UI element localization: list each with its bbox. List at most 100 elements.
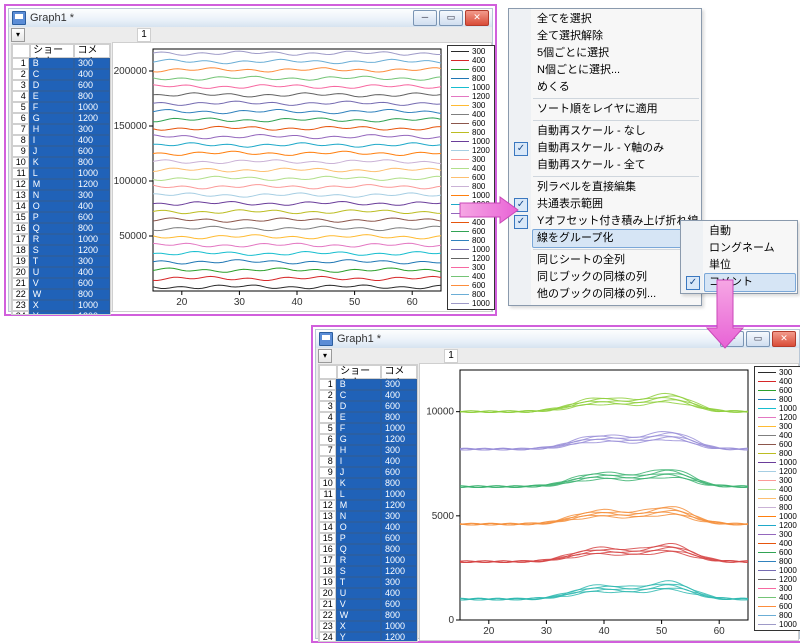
- legend-item[interactable]: 300: [758, 368, 798, 377]
- menu-item[interactable]: 他のブックの同様の列...: [533, 286, 699, 303]
- legend-item[interactable]: 1200: [758, 521, 798, 530]
- cell-comment[interactable]: 1000: [381, 555, 417, 566]
- cell-comment[interactable]: 300: [381, 511, 417, 522]
- table-row[interactable]: 9J600: [12, 146, 110, 157]
- cell-comment[interactable]: 1200: [74, 113, 110, 124]
- table-row[interactable]: 16Q800: [319, 544, 417, 555]
- context-menu-main[interactable]: 全てを選択全て選択解除5個ごとに選択N個ごとに選択...めくるソート順をレイヤに…: [508, 8, 702, 306]
- legend-item[interactable]: 300: [758, 530, 798, 539]
- menu-item[interactable]: 自動: [705, 223, 795, 240]
- table-row[interactable]: 14O400: [12, 201, 110, 212]
- table-row[interactable]: 22W800: [12, 289, 110, 300]
- table-row[interactable]: 8I400: [319, 456, 417, 467]
- cell-shortname[interactable]: V: [29, 278, 74, 289]
- cell-comment[interactable]: 400: [381, 390, 417, 401]
- table-row[interactable]: 21V600: [319, 599, 417, 610]
- table-row[interactable]: 19T300: [319, 577, 417, 588]
- columns-table[interactable]: ショートネーム コメント 1B3002C4003D6004E8005F10006…: [318, 364, 418, 642]
- menu-item[interactable]: 列ラベルを直接編集: [533, 179, 699, 196]
- legend-item[interactable]: 400: [758, 593, 798, 602]
- legend-item[interactable]: 1200: [451, 254, 491, 263]
- cell-shortname[interactable]: K: [336, 478, 381, 489]
- table-row[interactable]: 6G1200: [12, 113, 110, 124]
- cell-comment[interactable]: 1200: [74, 311, 110, 315]
- cell-comment[interactable]: 400: [381, 456, 417, 467]
- legend-item[interactable]: 600: [758, 548, 798, 557]
- table-corner-button[interactable]: ▾: [318, 349, 332, 363]
- legend-item[interactable]: 400: [758, 485, 798, 494]
- cell-comment[interactable]: 1200: [381, 632, 417, 642]
- cell-shortname[interactable]: L: [336, 489, 381, 500]
- cell-shortname[interactable]: L: [29, 168, 74, 179]
- cell-shortname[interactable]: O: [336, 522, 381, 533]
- cell-shortname[interactable]: R: [29, 234, 74, 245]
- minimize-button[interactable]: ─: [413, 10, 437, 26]
- table-corner-button[interactable]: ▾: [11, 28, 25, 42]
- cell-comment[interactable]: 300: [74, 124, 110, 135]
- legend-item[interactable]: 1000: [758, 404, 798, 413]
- table-row[interactable]: 13N300: [319, 511, 417, 522]
- legend-item[interactable]: 800: [451, 128, 491, 137]
- plot-area-bottom[interactable]: 20304050600500010000: [419, 363, 799, 641]
- table-row[interactable]: 21V600: [12, 278, 110, 289]
- cell-shortname[interactable]: C: [336, 390, 381, 401]
- cell-shortname[interactable]: R: [336, 555, 381, 566]
- cell-shortname[interactable]: I: [29, 135, 74, 146]
- table-row[interactable]: 16Q800: [12, 223, 110, 234]
- plot-area-top[interactable]: 203040506050000100000150000200000: [112, 42, 492, 312]
- table-row[interactable]: 7H300: [319, 445, 417, 456]
- cell-shortname[interactable]: G: [336, 434, 381, 445]
- cell-shortname[interactable]: U: [336, 588, 381, 599]
- cell-comment[interactable]: 600: [381, 533, 417, 544]
- legend-item[interactable]: 600: [758, 494, 798, 503]
- cell-shortname[interactable]: Q: [336, 544, 381, 555]
- cell-shortname[interactable]: F: [336, 423, 381, 434]
- legend-item[interactable]: 600: [451, 173, 491, 182]
- cell-shortname[interactable]: J: [336, 467, 381, 478]
- cell-comment[interactable]: 800: [381, 478, 417, 489]
- legend-item[interactable]: 800: [451, 74, 491, 83]
- menu-item[interactable]: 単位: [705, 257, 795, 274]
- cell-comment[interactable]: 600: [74, 212, 110, 223]
- table-row[interactable]: 4E800: [319, 412, 417, 423]
- cell-comment[interactable]: 400: [74, 267, 110, 278]
- legend-item[interactable]: 1000: [758, 458, 798, 467]
- table-row[interactable]: 24Y1200: [319, 632, 417, 642]
- cell-shortname[interactable]: U: [29, 267, 74, 278]
- menu-item[interactable]: ロングネーム: [705, 240, 795, 257]
- cell-shortname[interactable]: B: [336, 379, 381, 390]
- table-row[interactable]: 22W800: [319, 610, 417, 621]
- menu-item[interactable]: 共通表示範囲✓: [533, 196, 699, 213]
- cell-comment[interactable]: 300: [381, 445, 417, 456]
- legend-item[interactable]: 800: [451, 182, 491, 191]
- menu-item[interactable]: 5個ごとに選択: [533, 45, 699, 62]
- legend-item[interactable]: 300: [451, 47, 491, 56]
- table-row[interactable]: 15P600: [319, 533, 417, 544]
- cell-comment[interactable]: 800: [381, 412, 417, 423]
- table-row[interactable]: 14O400: [319, 522, 417, 533]
- cell-comment[interactable]: 600: [381, 467, 417, 478]
- legend-item[interactable]: 1200: [758, 575, 798, 584]
- col-header-comment[interactable]: コメント: [381, 365, 417, 379]
- menu-item[interactable]: めくる: [533, 79, 699, 96]
- legend-item[interactable]: 300: [758, 422, 798, 431]
- cell-shortname[interactable]: E: [29, 91, 74, 102]
- cell-comment[interactable]: 300: [74, 256, 110, 267]
- maximize-button[interactable]: ▭: [439, 10, 463, 26]
- table-row[interactable]: 23X1000: [319, 621, 417, 632]
- table-row[interactable]: 8I400: [12, 135, 110, 146]
- cell-comment[interactable]: 1200: [381, 566, 417, 577]
- cell-shortname[interactable]: W: [336, 610, 381, 621]
- legend-item[interactable]: 1000: [451, 83, 491, 92]
- table-row[interactable]: 7H300: [12, 124, 110, 135]
- cell-comment[interactable]: 800: [381, 544, 417, 555]
- cell-shortname[interactable]: P: [29, 212, 74, 223]
- close-button[interactable]: ✕: [465, 10, 489, 26]
- table-row[interactable]: 11L1000: [12, 168, 110, 179]
- legend-item[interactable]: 1200: [451, 146, 491, 155]
- legend-bottom[interactable]: 3004006008001000120030040060080010001200…: [754, 366, 800, 631]
- cell-shortname[interactable]: T: [336, 577, 381, 588]
- cell-shortname[interactable]: P: [336, 533, 381, 544]
- cell-comment[interactable]: 400: [74, 69, 110, 80]
- menu-item[interactable]: 同じブックの同様の列: [533, 269, 699, 286]
